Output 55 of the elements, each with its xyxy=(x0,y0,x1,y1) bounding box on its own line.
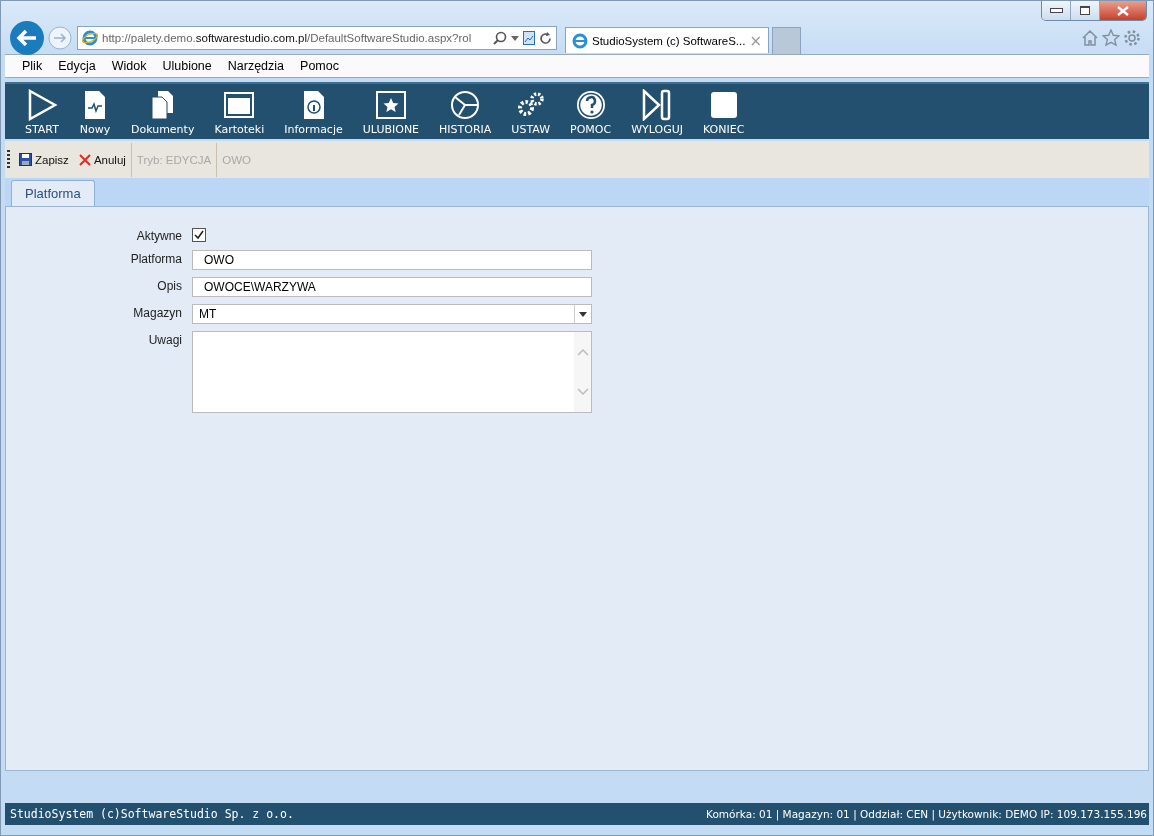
field-label: Magazyn xyxy=(132,305,182,320)
url-text: http://palety.demo.softwarestudio.com.pl/DefaultSoftwareStudio.aspx?rol xyxy=(102,32,473,44)
session-info-text: Komórka: 01 | Magazyn: 01 | Oddział: CEN | Użytkownik: DEMO IP: 109.173.155.196 xyxy=(706,808,1147,820)
toolbar-button[interactable]: Nowy xyxy=(68,84,121,139)
toolbar-button[interactable]: USTAW xyxy=(501,84,561,139)
refresh-icon[interactable] xyxy=(539,31,552,45)
menu-item[interactable]: Edycja xyxy=(58,59,96,73)
mode-label: OWO xyxy=(216,142,256,177)
company-text: StudioSystem (c)SoftwareStudio Sp. z o.o. xyxy=(10,807,294,821)
menu-item[interactable]: Widok xyxy=(111,59,147,73)
textarea-field[interactable] xyxy=(192,331,592,413)
menu-item[interactable]: Plik xyxy=(22,59,43,73)
mode-label: Tryb: EDYCJA xyxy=(130,142,217,177)
menu-item[interactable]: Ulubione xyxy=(162,59,212,73)
toolbar-button[interactable]: KONIEC xyxy=(693,84,755,139)
dropdown-field[interactable]: MT xyxy=(192,304,592,324)
menu-item[interactable]: Narzędzia xyxy=(227,59,285,73)
input-field[interactable]: OWO xyxy=(192,250,592,270)
toolbar-button[interactable]: Informacje xyxy=(274,84,353,139)
dropdown-caret-icon[interactable] xyxy=(511,35,519,41)
home-icon[interactable] xyxy=(1081,29,1099,47)
address-bar[interactable]: http://palety.demo.softwarestudio.com.pl/DefaultSoftwareStudio.aspx?rol xyxy=(77,26,557,50)
star-icon[interactable] xyxy=(1102,29,1120,47)
close-icon xyxy=(1117,5,1129,16)
settings-icon[interactable] xyxy=(1123,29,1141,47)
new-tab-button[interactable] xyxy=(771,26,801,54)
field-label: Opis xyxy=(156,278,182,293)
toolbar-button[interactable]: WYLOGUJ xyxy=(621,84,693,139)
checkbox[interactable] xyxy=(192,228,206,242)
search-icon[interactable] xyxy=(493,31,507,45)
field-label: Platforma xyxy=(129,251,182,266)
help-icon xyxy=(574,89,607,121)
page-tab[interactable]: Platforma xyxy=(11,180,95,206)
toolbar-button[interactable]: HISTORIA xyxy=(429,84,502,139)
toolbar-button[interactable]: POMOC xyxy=(560,84,622,139)
window-icon xyxy=(223,89,256,121)
compatibility-icon[interactable] xyxy=(523,31,535,45)
field-label: Uwagi xyxy=(147,332,182,347)
toolbar-grip[interactable] xyxy=(7,149,10,170)
menu-item[interactable]: Pomoc xyxy=(300,59,339,73)
browser-tab[interactable]: StudioSystem (c) SoftwareS... × xyxy=(565,27,769,53)
maximize-button[interactable] xyxy=(1071,1,1100,20)
toolbar-button[interactable]: Kartoteki xyxy=(204,84,275,139)
history-icon xyxy=(449,89,482,121)
close-button[interactable] xyxy=(1100,1,1146,20)
save-button[interactable]: Zapisz xyxy=(14,142,74,177)
input-field[interactable]: OWOCE\WARZYWA xyxy=(192,277,592,297)
toolbar-button[interactable]: START xyxy=(15,84,69,139)
field-label: Aktywne xyxy=(135,228,182,243)
toolbar-button[interactable]: Dokumenty xyxy=(120,84,205,139)
star-window-icon xyxy=(374,89,407,121)
toolbar-button[interactable]: ULUBIONE xyxy=(352,84,430,139)
close-icon xyxy=(78,153,91,166)
cancel-button[interactable]: Anuluj xyxy=(73,142,131,177)
minimize-button[interactable] xyxy=(1042,1,1071,20)
